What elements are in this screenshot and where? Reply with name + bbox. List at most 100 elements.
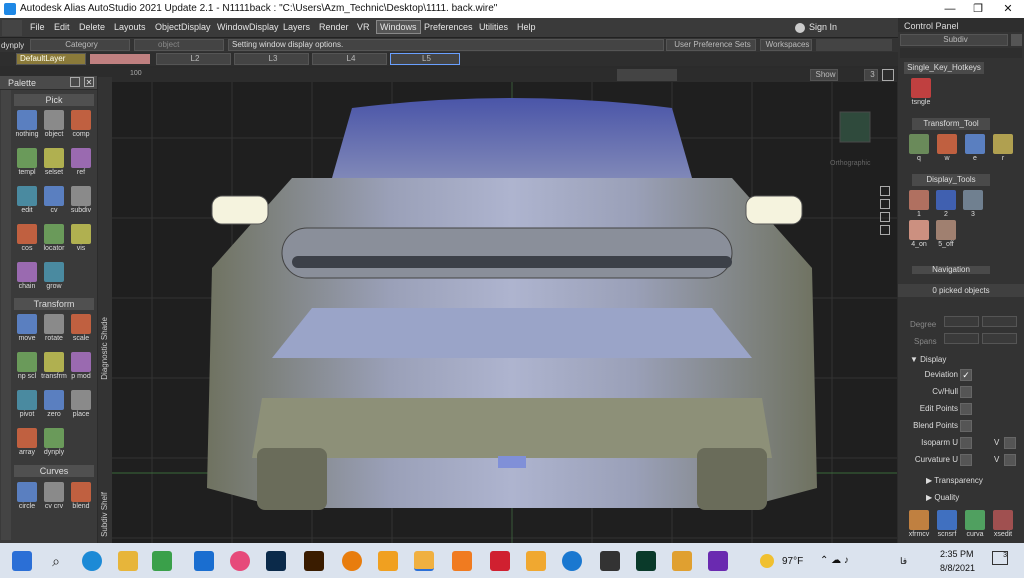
workspace-icons[interactable] xyxy=(816,39,892,51)
place-tool[interactable]: place xyxy=(68,390,94,418)
xfrmcv-tool[interactable]: xfrmcv xyxy=(906,510,932,538)
e-tool[interactable]: e xyxy=(962,134,988,162)
category-dropdown[interactable]: Category xyxy=(30,39,130,51)
q-tool[interactable]: q xyxy=(906,134,932,162)
store-icon[interactable] xyxy=(152,551,172,571)
clock-time[interactable]: 2:35 PM xyxy=(940,549,974,559)
camera-tool-icons[interactable] xyxy=(617,69,677,81)
user-preference-sets-button[interactable]: User Preference Sets xyxy=(666,39,756,51)
w-tool[interactable]: w xyxy=(934,134,960,162)
pick-section-header[interactable]: Pick xyxy=(14,94,94,106)
locator-tool[interactable]: locator xyxy=(41,224,67,252)
menu-windows[interactable]: Windows xyxy=(376,20,421,34)
cos-tool[interactable]: cos xyxy=(14,224,40,252)
circle-tool[interactable]: circle xyxy=(14,482,40,510)
show-button[interactable]: Show xyxy=(810,69,838,81)
array-tool[interactable]: array xyxy=(14,428,40,456)
clock-date[interactable]: 8/8/2021 xyxy=(940,563,975,573)
menu-preferences[interactable]: Preferences xyxy=(424,22,473,32)
sign-in-link[interactable]: Sign In xyxy=(809,22,837,32)
selset-tool[interactable]: selset xyxy=(41,148,67,176)
palette-scrollbar[interactable] xyxy=(1,90,11,540)
prop-checkbox[interactable] xyxy=(960,454,972,466)
workspaces-button[interactable]: Workspaces xyxy=(760,39,812,51)
illustrator-icon[interactable] xyxy=(304,551,324,571)
vis-tool[interactable]: vis xyxy=(68,224,94,252)
instagram-icon[interactable] xyxy=(230,551,250,571)
ref-tool[interactable]: ref xyxy=(68,148,94,176)
language-indicator[interactable]: فا xyxy=(900,556,907,567)
2-tool[interactable]: 2 xyxy=(933,190,959,218)
dynply-icon[interactable] xyxy=(2,20,22,36)
palette-close-icon[interactable]: ✕ xyxy=(84,77,94,87)
pivot-tool[interactable]: pivot xyxy=(14,390,40,418)
curva-tool[interactable]: curva xyxy=(962,510,988,538)
search-icon[interactable]: ⌕ xyxy=(46,551,66,571)
dynply-tool[interactable]: dynply xyxy=(41,428,67,456)
edge-icon[interactable] xyxy=(82,551,102,571)
edit-tool[interactable]: edit xyxy=(14,186,40,214)
navigation-shelf-tab[interactable]: Navigation xyxy=(912,266,990,274)
subdiv-tool[interactable]: subdiv xyxy=(68,186,94,214)
prop-checkbox[interactable] xyxy=(960,437,972,449)
tray-icons[interactable]: ⌃ ☁ ♪ xyxy=(820,555,849,566)
view-number[interactable]: 3 xyxy=(864,69,878,81)
autocad-icon[interactable] xyxy=(490,551,510,571)
alias-active-icon[interactable] xyxy=(414,551,434,571)
chain-tool[interactable]: chain xyxy=(14,262,40,290)
cv-crv-tool[interactable]: cv crv xyxy=(41,482,67,510)
object-tool[interactable]: object xyxy=(41,110,67,138)
layer-tab-l5[interactable]: L5 xyxy=(390,53,460,65)
menu-vr[interactable]: VR xyxy=(357,22,370,32)
vred-icon[interactable] xyxy=(526,551,546,571)
diagnostic-shade-label[interactable]: Diagnostic Shade xyxy=(100,317,109,380)
audition-icon[interactable] xyxy=(636,551,656,571)
close-icon[interactable]: ✕ xyxy=(993,0,1023,18)
transform-section-header[interactable]: Transform xyxy=(14,298,94,310)
winrar-icon[interactable] xyxy=(708,551,728,571)
transform-shelf-tab[interactable]: Transform_Tool xyxy=(912,118,990,130)
1-tool[interactable]: 1 xyxy=(906,190,932,218)
prop-checkbox[interactable] xyxy=(960,420,972,432)
prop-v-checkbox[interactable] xyxy=(1004,437,1016,449)
r-tool[interactable]: r xyxy=(990,134,1016,162)
menu-layers[interactable]: Layers xyxy=(283,22,310,32)
cv-tool[interactable]: cv xyxy=(41,186,67,214)
mode-dropdown[interactable]: Subdiv xyxy=(900,34,1008,46)
subdiv-shelf-label[interactable]: Subdiv Shelf xyxy=(100,492,109,537)
menu-layouts[interactable]: Layouts xyxy=(114,22,146,32)
display-section-toggle[interactable]: ▼ Display xyxy=(910,355,946,364)
menu-file[interactable]: File xyxy=(30,22,45,32)
mail-icon[interactable] xyxy=(194,551,214,571)
grow-tool[interactable]: grow xyxy=(41,262,67,290)
keyshot-icon[interactable] xyxy=(672,551,692,571)
layer-tab-l2[interactable]: L2 xyxy=(156,53,231,65)
layer-tab-l4[interactable]: L4 xyxy=(312,53,387,65)
5-off-tool[interactable]: 5_off xyxy=(933,220,959,248)
menu-delete[interactable]: Delete xyxy=(79,22,105,32)
fusion-icon[interactable] xyxy=(452,551,472,571)
3-tool[interactable]: 3 xyxy=(960,190,986,218)
viewport-maximize-icon[interactable] xyxy=(882,69,894,81)
4-on-tool[interactable]: 4_on xyxy=(906,220,932,248)
media-icon[interactable] xyxy=(600,551,620,571)
user-icon[interactable] xyxy=(795,23,805,33)
palette-maximize-icon[interactable] xyxy=(70,77,80,87)
menu-help[interactable]: Help xyxy=(517,22,536,32)
move-tool[interactable]: move xyxy=(14,314,40,342)
degree-v-input[interactable] xyxy=(982,316,1017,327)
default-layer-tab[interactable]: DefaultLayer xyxy=(16,53,86,65)
trash-icon[interactable] xyxy=(1011,34,1022,46)
spans-v-input[interactable] xyxy=(982,333,1017,344)
np-scl-tool[interactable]: np scl xyxy=(14,352,40,380)
transparency-toggle[interactable]: ▶ Transparency xyxy=(926,476,983,485)
scale-tool[interactable]: scale xyxy=(68,314,94,342)
display-shelf-tab[interactable]: Display_Tools xyxy=(912,174,990,186)
quality-toggle[interactable]: ▶ Quality xyxy=(926,493,959,502)
comp-tool[interactable]: comp xyxy=(68,110,94,138)
layer-tab-l3[interactable]: L3 xyxy=(234,53,309,65)
p-mod-tool[interactable]: p mod xyxy=(68,352,94,380)
menu-utilities[interactable]: Utilities xyxy=(479,22,508,32)
degree-input[interactable] xyxy=(944,316,979,327)
windows-start-icon[interactable] xyxy=(12,551,32,571)
